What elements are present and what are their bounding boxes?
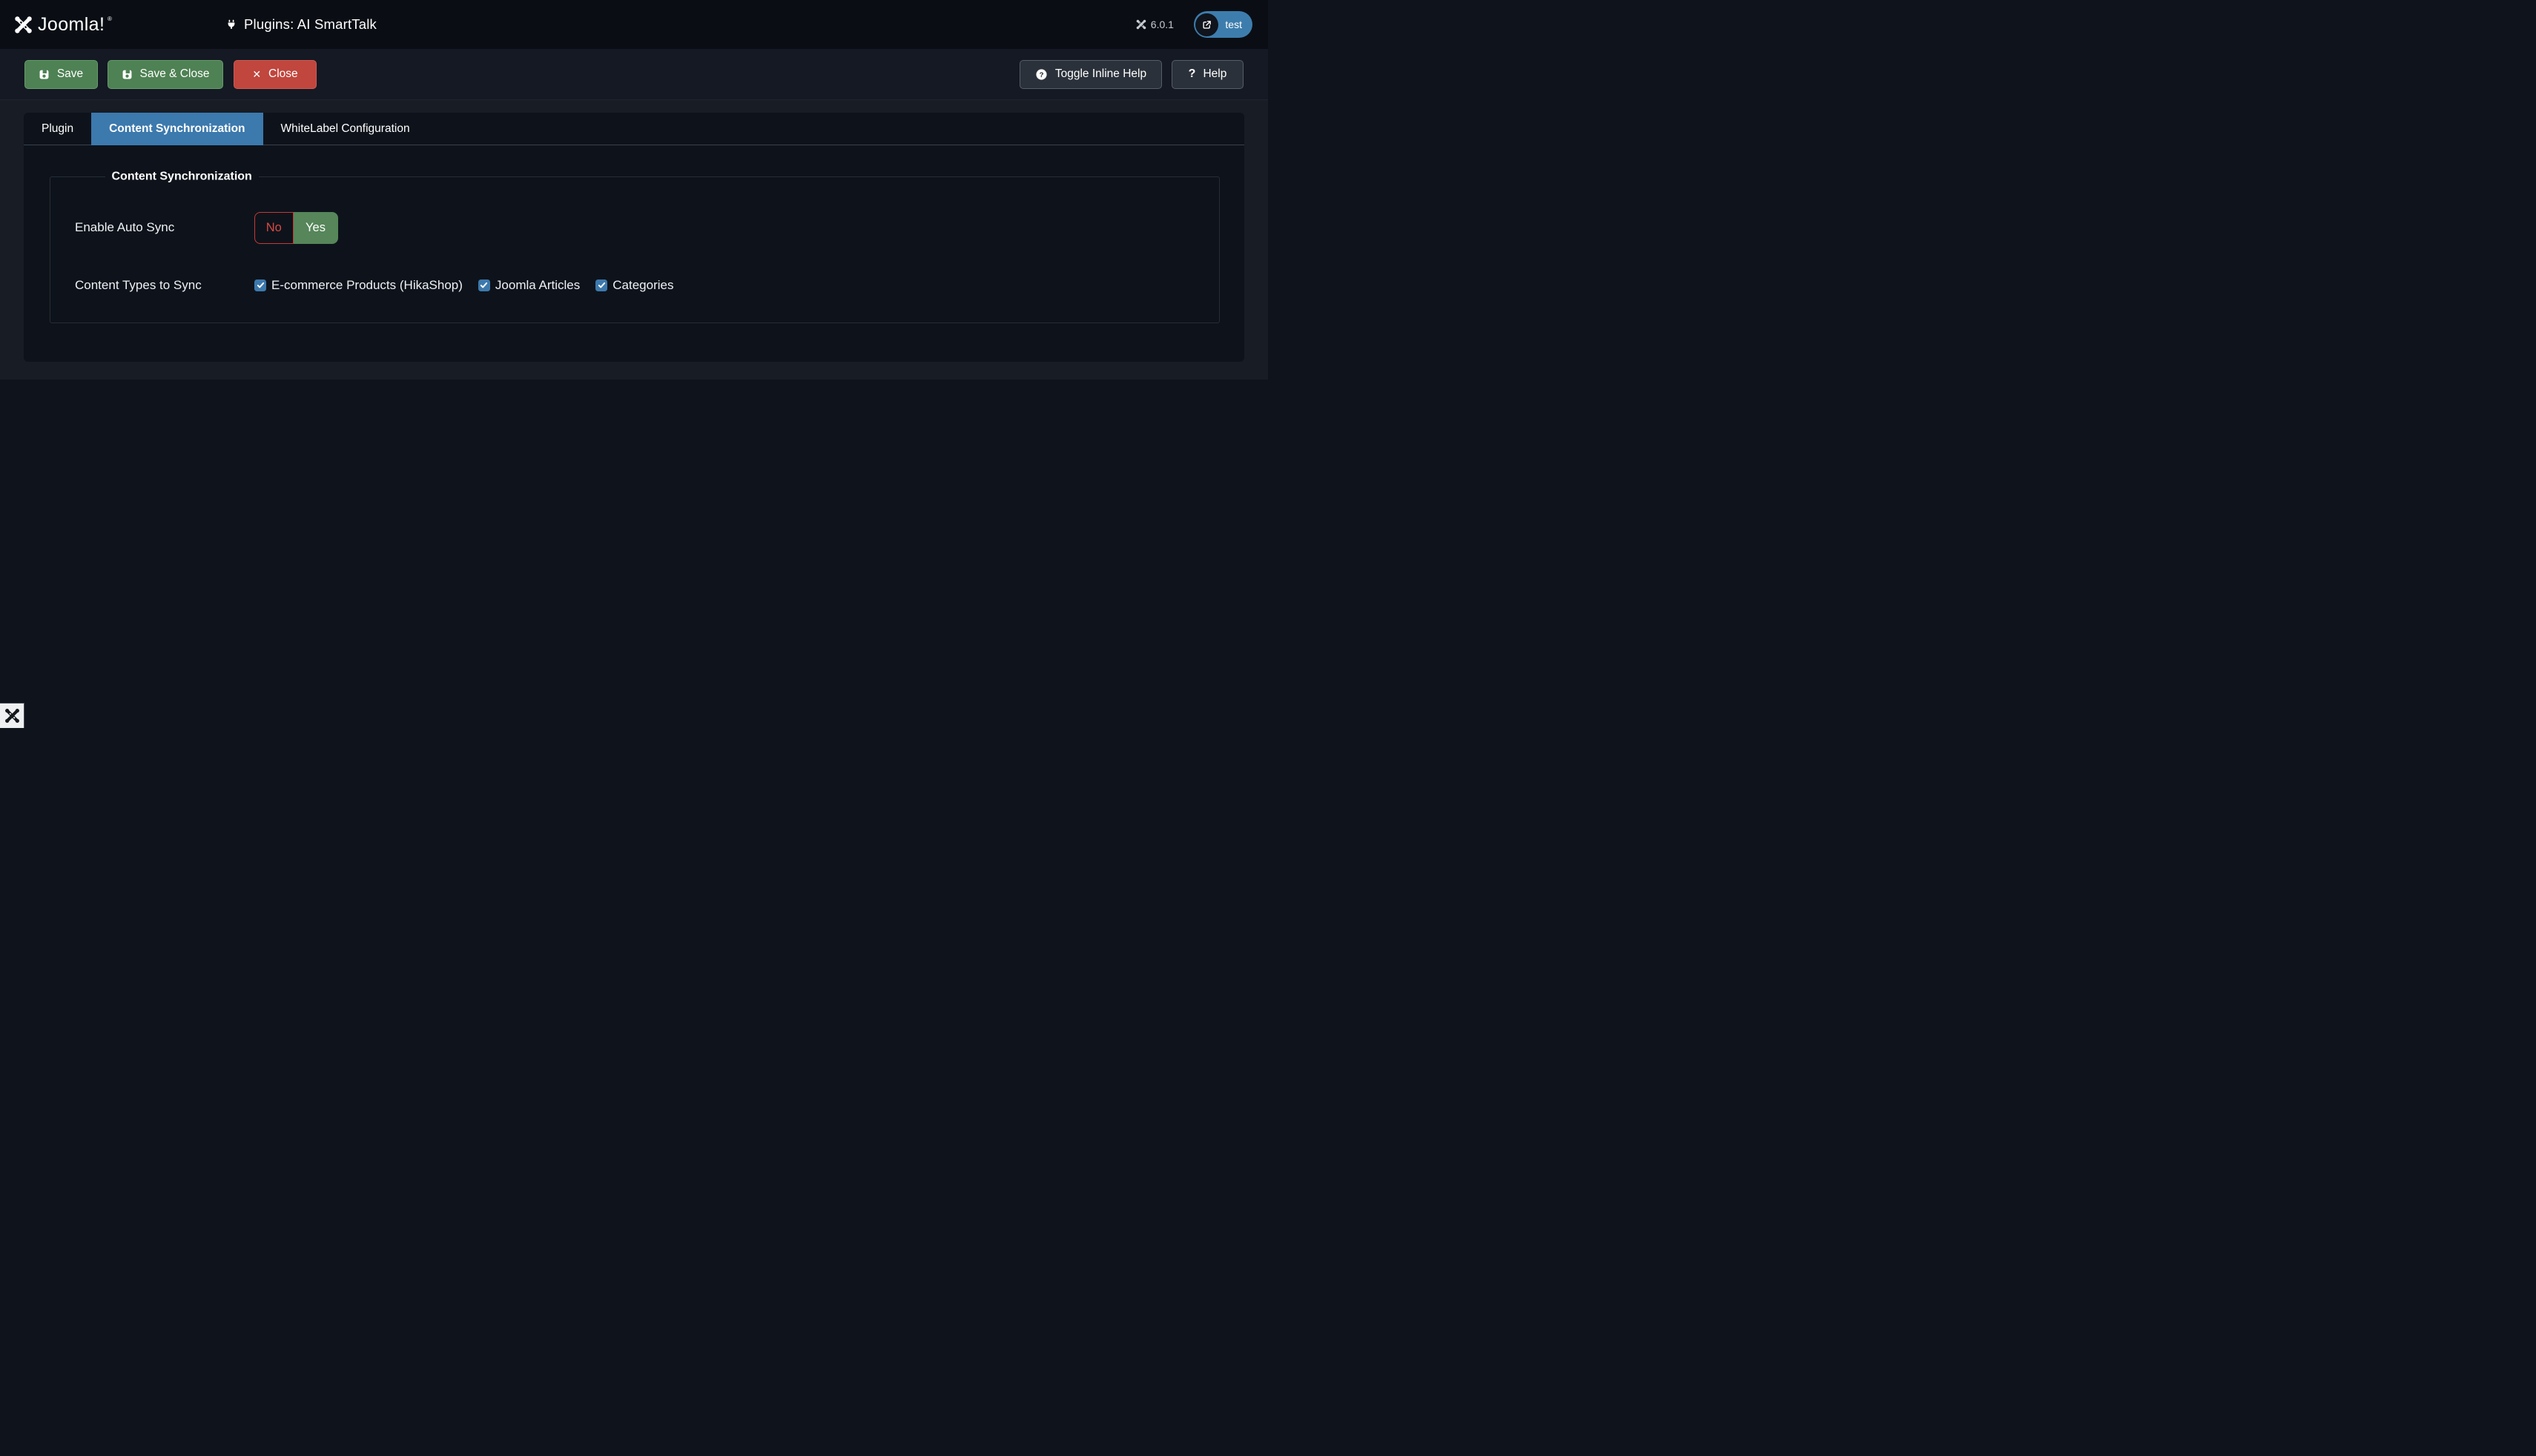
- checkbox-checked[interactable]: [478, 279, 490, 291]
- content-synchronization-fieldset: Content Synchronization Enable Auto Sync…: [50, 176, 1221, 323]
- fieldset-legend: Content Synchronization: [105, 170, 259, 183]
- floppy-save-icon: [122, 69, 133, 80]
- joomla-corner-icon: [4, 708, 20, 724]
- settings-card: Plugin Content Synchronization WhiteLabe…: [24, 113, 1244, 363]
- content-types-label: Content Types to Sync: [75, 278, 254, 293]
- checkbox-label[interactable]: Joomla Articles: [495, 278, 580, 293]
- checkmark-icon: [598, 281, 606, 289]
- tab-content-synchronization[interactable]: Content Synchronization: [91, 113, 262, 146]
- toggle-inline-help-label: Toggle Inline Help: [1055, 67, 1146, 81]
- tab-whitelabel-configuration[interactable]: WhiteLabel Configuration: [263, 113, 428, 146]
- page-title-text: Plugins: AI SmartTalk: [244, 16, 377, 33]
- checkmark-icon: [257, 281, 265, 289]
- checkbox-label[interactable]: Categories: [612, 278, 673, 293]
- brand[interactable]: Joomla!®: [14, 0, 112, 49]
- checkbox-checked[interactable]: [595, 279, 607, 291]
- tab-bar: Plugin Content Synchronization WhiteLabe…: [24, 113, 1244, 146]
- page-title: Plugins: AI SmartTalk: [225, 0, 377, 49]
- toggle-yes-option[interactable]: Yes: [294, 212, 338, 244]
- question-mark-icon: ?: [1189, 67, 1196, 81]
- joomla-version: 6.0.1: [1136, 19, 1174, 30]
- save-button[interactable]: Save: [24, 60, 98, 89]
- corner-joomla-box: [0, 703, 24, 728]
- checkbox-item-categories[interactable]: Categories: [595, 278, 673, 293]
- checkbox-item-joomla-articles[interactable]: Joomla Articles: [478, 278, 580, 293]
- top-navbar: Joomla!® Plugins: AI SmartTalk 6.0.1 tes…: [0, 0, 1268, 49]
- brand-wordmark: Joomla!®: [38, 14, 112, 36]
- close-button[interactable]: ✕ Close: [234, 60, 317, 89]
- user-name: test: [1225, 19, 1242, 30]
- toggle-no-option[interactable]: No: [254, 212, 294, 244]
- save-and-close-label: Save & Close: [140, 67, 210, 81]
- floppy-save-icon: [39, 69, 50, 80]
- field-row-enable-auto-sync: Enable Auto Sync No Yes: [75, 212, 338, 244]
- save-label: Save: [57, 67, 83, 81]
- user-menu-badge[interactable]: test: [1194, 11, 1252, 38]
- tab-plugin[interactable]: Plugin: [24, 113, 91, 146]
- plug-icon: [225, 17, 237, 32]
- topbar-right: 6.0.1 test: [1136, 0, 1252, 49]
- content-types-checkbox-group: E-commerce Products (HikaShop) Joomla Ar…: [254, 278, 673, 293]
- field-row-content-types: Content Types to Sync E-commerce Product…: [75, 276, 673, 295]
- enable-auto-sync-toggle: No Yes: [254, 212, 338, 244]
- close-x-icon: ✕: [252, 69, 261, 79]
- enable-auto-sync-label: Enable Auto Sync: [75, 220, 254, 235]
- user-badge-circle: [1195, 13, 1218, 36]
- version-text: 6.0.1: [1151, 19, 1174, 30]
- checkbox-checked[interactable]: [254, 279, 266, 291]
- checkbox-item-ecommerce[interactable]: E-commerce Products (HikaShop): [254, 278, 463, 293]
- svg-text:?: ?: [1039, 71, 1043, 79]
- question-circle-icon: ?: [1035, 68, 1048, 81]
- external-link-icon: [1201, 19, 1212, 30]
- save-and-close-button[interactable]: Save & Close: [108, 60, 223, 89]
- checkbox-label[interactable]: E-commerce Products (HikaShop): [271, 278, 463, 293]
- joomla-logo-icon: [14, 16, 33, 34]
- joomla-version-icon: [1136, 19, 1146, 30]
- help-label: Help: [1203, 67, 1226, 81]
- close-label: Close: [268, 67, 298, 81]
- registered-mark: ®: [108, 16, 112, 22]
- help-button[interactable]: ? Help: [1172, 60, 1244, 89]
- toolbar: Save Save & Close ✕ Close ? Toggle Inlin…: [0, 49, 1268, 100]
- checkmark-icon: [480, 281, 488, 289]
- toggle-inline-help-button[interactable]: ? Toggle Inline Help: [1020, 60, 1162, 89]
- content-wrapper: Plugin Content Synchronization WhiteLabe…: [0, 100, 1268, 380]
